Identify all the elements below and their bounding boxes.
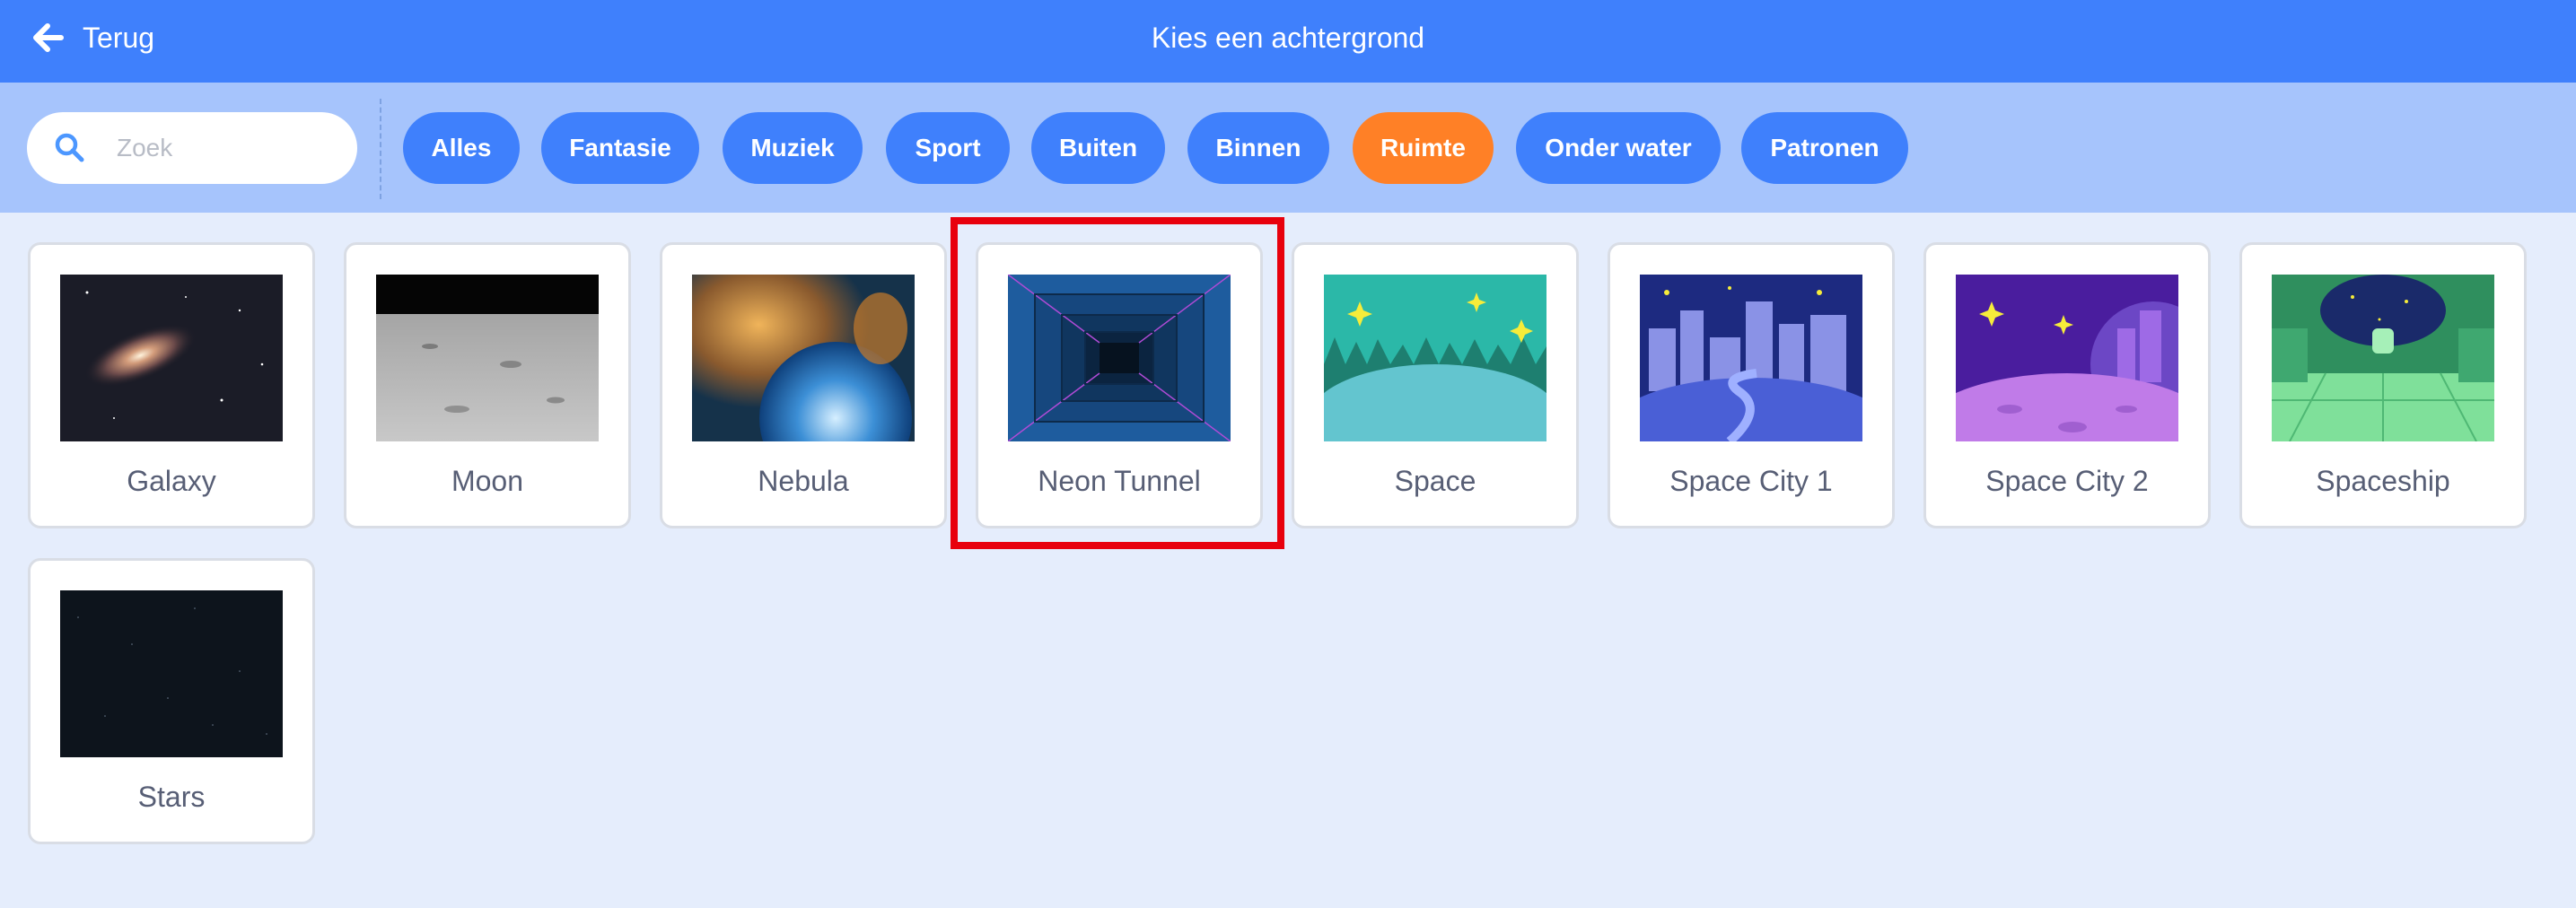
backdrop-name: Moon — [451, 465, 524, 497]
backdrop-name: Space City 2 — [1985, 465, 2149, 497]
backdrop-name: Neon Tunnel — [1038, 465, 1201, 497]
back-button[interactable]: Terug — [32, 0, 154, 75]
tag-buiten[interactable]: Buiten — [1031, 112, 1165, 184]
tag-muziek[interactable]: Muziek — [723, 112, 863, 184]
search-icon — [55, 133, 84, 162]
backdrop-card-space[interactable]: Space — [1292, 242, 1579, 528]
tag-patronen[interactable]: Patronen — [1741, 112, 1908, 184]
spaceship-thumbnail — [2272, 275, 2494, 441]
space-city-1-thumbnail — [1640, 275, 1862, 441]
space-city-2-thumbnail — [1956, 275, 2178, 441]
backdrop-name: Galaxy — [127, 465, 216, 497]
page-title: Kies een achtergrond — [1151, 21, 1425, 54]
divider — [380, 99, 381, 199]
search-input[interactable] — [117, 112, 341, 184]
backdrop-card-nebula[interactable]: Nebula — [660, 242, 947, 528]
tag-ruimte[interactable]: Ruimte — [1353, 112, 1494, 184]
tag-sport[interactable]: Sport — [886, 112, 1010, 184]
nebula-thumbnail — [692, 275, 915, 441]
backdrop-name: Space City 1 — [1669, 465, 1833, 497]
tag-binnen[interactable]: Binnen — [1187, 112, 1329, 184]
tag-alles[interactable]: Alles — [403, 112, 520, 184]
backdrop-card-space-city-1[interactable]: Space City 1 — [1608, 242, 1895, 528]
galaxy-thumbnail — [60, 275, 283, 441]
backdrop-name: Space — [1394, 465, 1476, 497]
moon-thumbnail — [376, 275, 599, 441]
backdrop-card-neon-tunnel[interactable]: Neon Tunnel — [976, 242, 1263, 528]
backdrop-name: Spaceship — [2316, 465, 2450, 497]
back-label: Terug — [83, 21, 155, 54]
backdrop-card-stars[interactable]: Stars — [28, 558, 315, 844]
backdrop-card-moon[interactable]: Moon — [344, 242, 631, 528]
filter-bar: Alles Fantasie Muziek Sport Buiten Binne… — [0, 83, 2576, 213]
tag-onder-water[interactable]: Onder water — [1516, 112, 1721, 184]
modal-header: Terug Kies een achtergrond — [0, 0, 2576, 83]
backdrop-name: Stars — [137, 781, 206, 813]
backdrop-name: Nebula — [758, 465, 849, 497]
search-box[interactable] — [27, 112, 357, 184]
stars-thumbnail — [60, 590, 283, 757]
neon-tunnel-thumbnail — [1008, 275, 1231, 441]
space-thumbnail — [1324, 275, 1546, 441]
arrow-left-icon — [33, 23, 64, 52]
tag-fantasie[interactable]: Fantasie — [541, 112, 699, 184]
backdrop-card-spaceship[interactable]: Spaceship — [2239, 242, 2527, 528]
backdrop-card-galaxy[interactable]: Galaxy — [28, 242, 315, 528]
backdrop-card-space-city-2[interactable]: Space City 2 — [1923, 242, 2211, 528]
